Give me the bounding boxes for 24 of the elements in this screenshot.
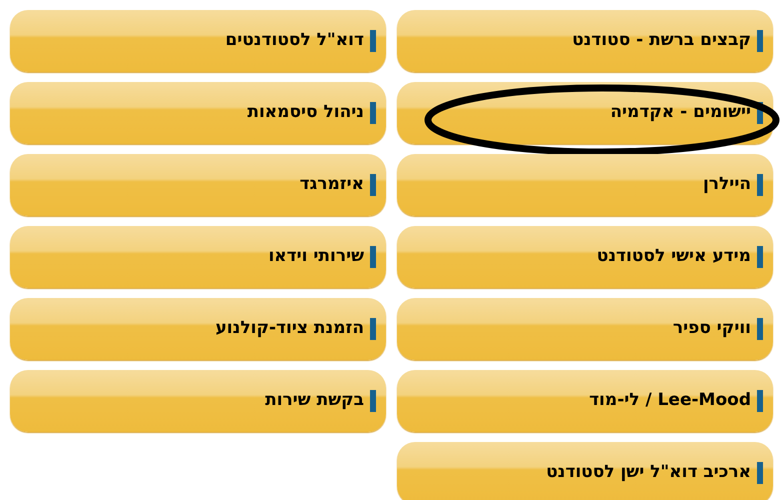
marker-icon (757, 30, 763, 52)
menu-button[interactable]: ארכיב דוא"ל ישן לסטודנט (397, 442, 773, 500)
marker-icon (757, 318, 763, 340)
marker-icon (757, 390, 763, 412)
marker-icon (757, 246, 763, 268)
menu-button[interactable]: מידע אישי לסטודנט (397, 226, 773, 288)
menu-button[interactable]: בקשת שירות (10, 370, 386, 432)
marker-icon (370, 102, 376, 124)
menu-button[interactable]: איזמרגד (10, 154, 386, 216)
marker-icon (370, 30, 376, 52)
marker-icon (370, 390, 376, 412)
menu-button[interactable]: שירותי וידאו (10, 226, 386, 288)
marker-icon (370, 318, 376, 340)
menu-button[interactable]: ניהול סיסמאות (10, 82, 386, 144)
marker-icon (757, 174, 763, 196)
menu-button[interactable]: דוא"ל לסטודנטים (10, 10, 386, 72)
menu-button[interactable]: היילרן (397, 154, 773, 216)
marker-icon (370, 174, 376, 196)
menu-button[interactable]: Lee-Mood / לי-מוד (397, 370, 773, 432)
menu-button[interactable]: וויקי ספיר (397, 298, 773, 360)
menu-button[interactable]: קבצים ברשת - סטודנט (397, 10, 773, 72)
marker-icon (370, 246, 376, 268)
marker-icon (757, 462, 763, 484)
menu-button[interactable]: הזמנת ציוד-קולנוע (10, 298, 386, 360)
